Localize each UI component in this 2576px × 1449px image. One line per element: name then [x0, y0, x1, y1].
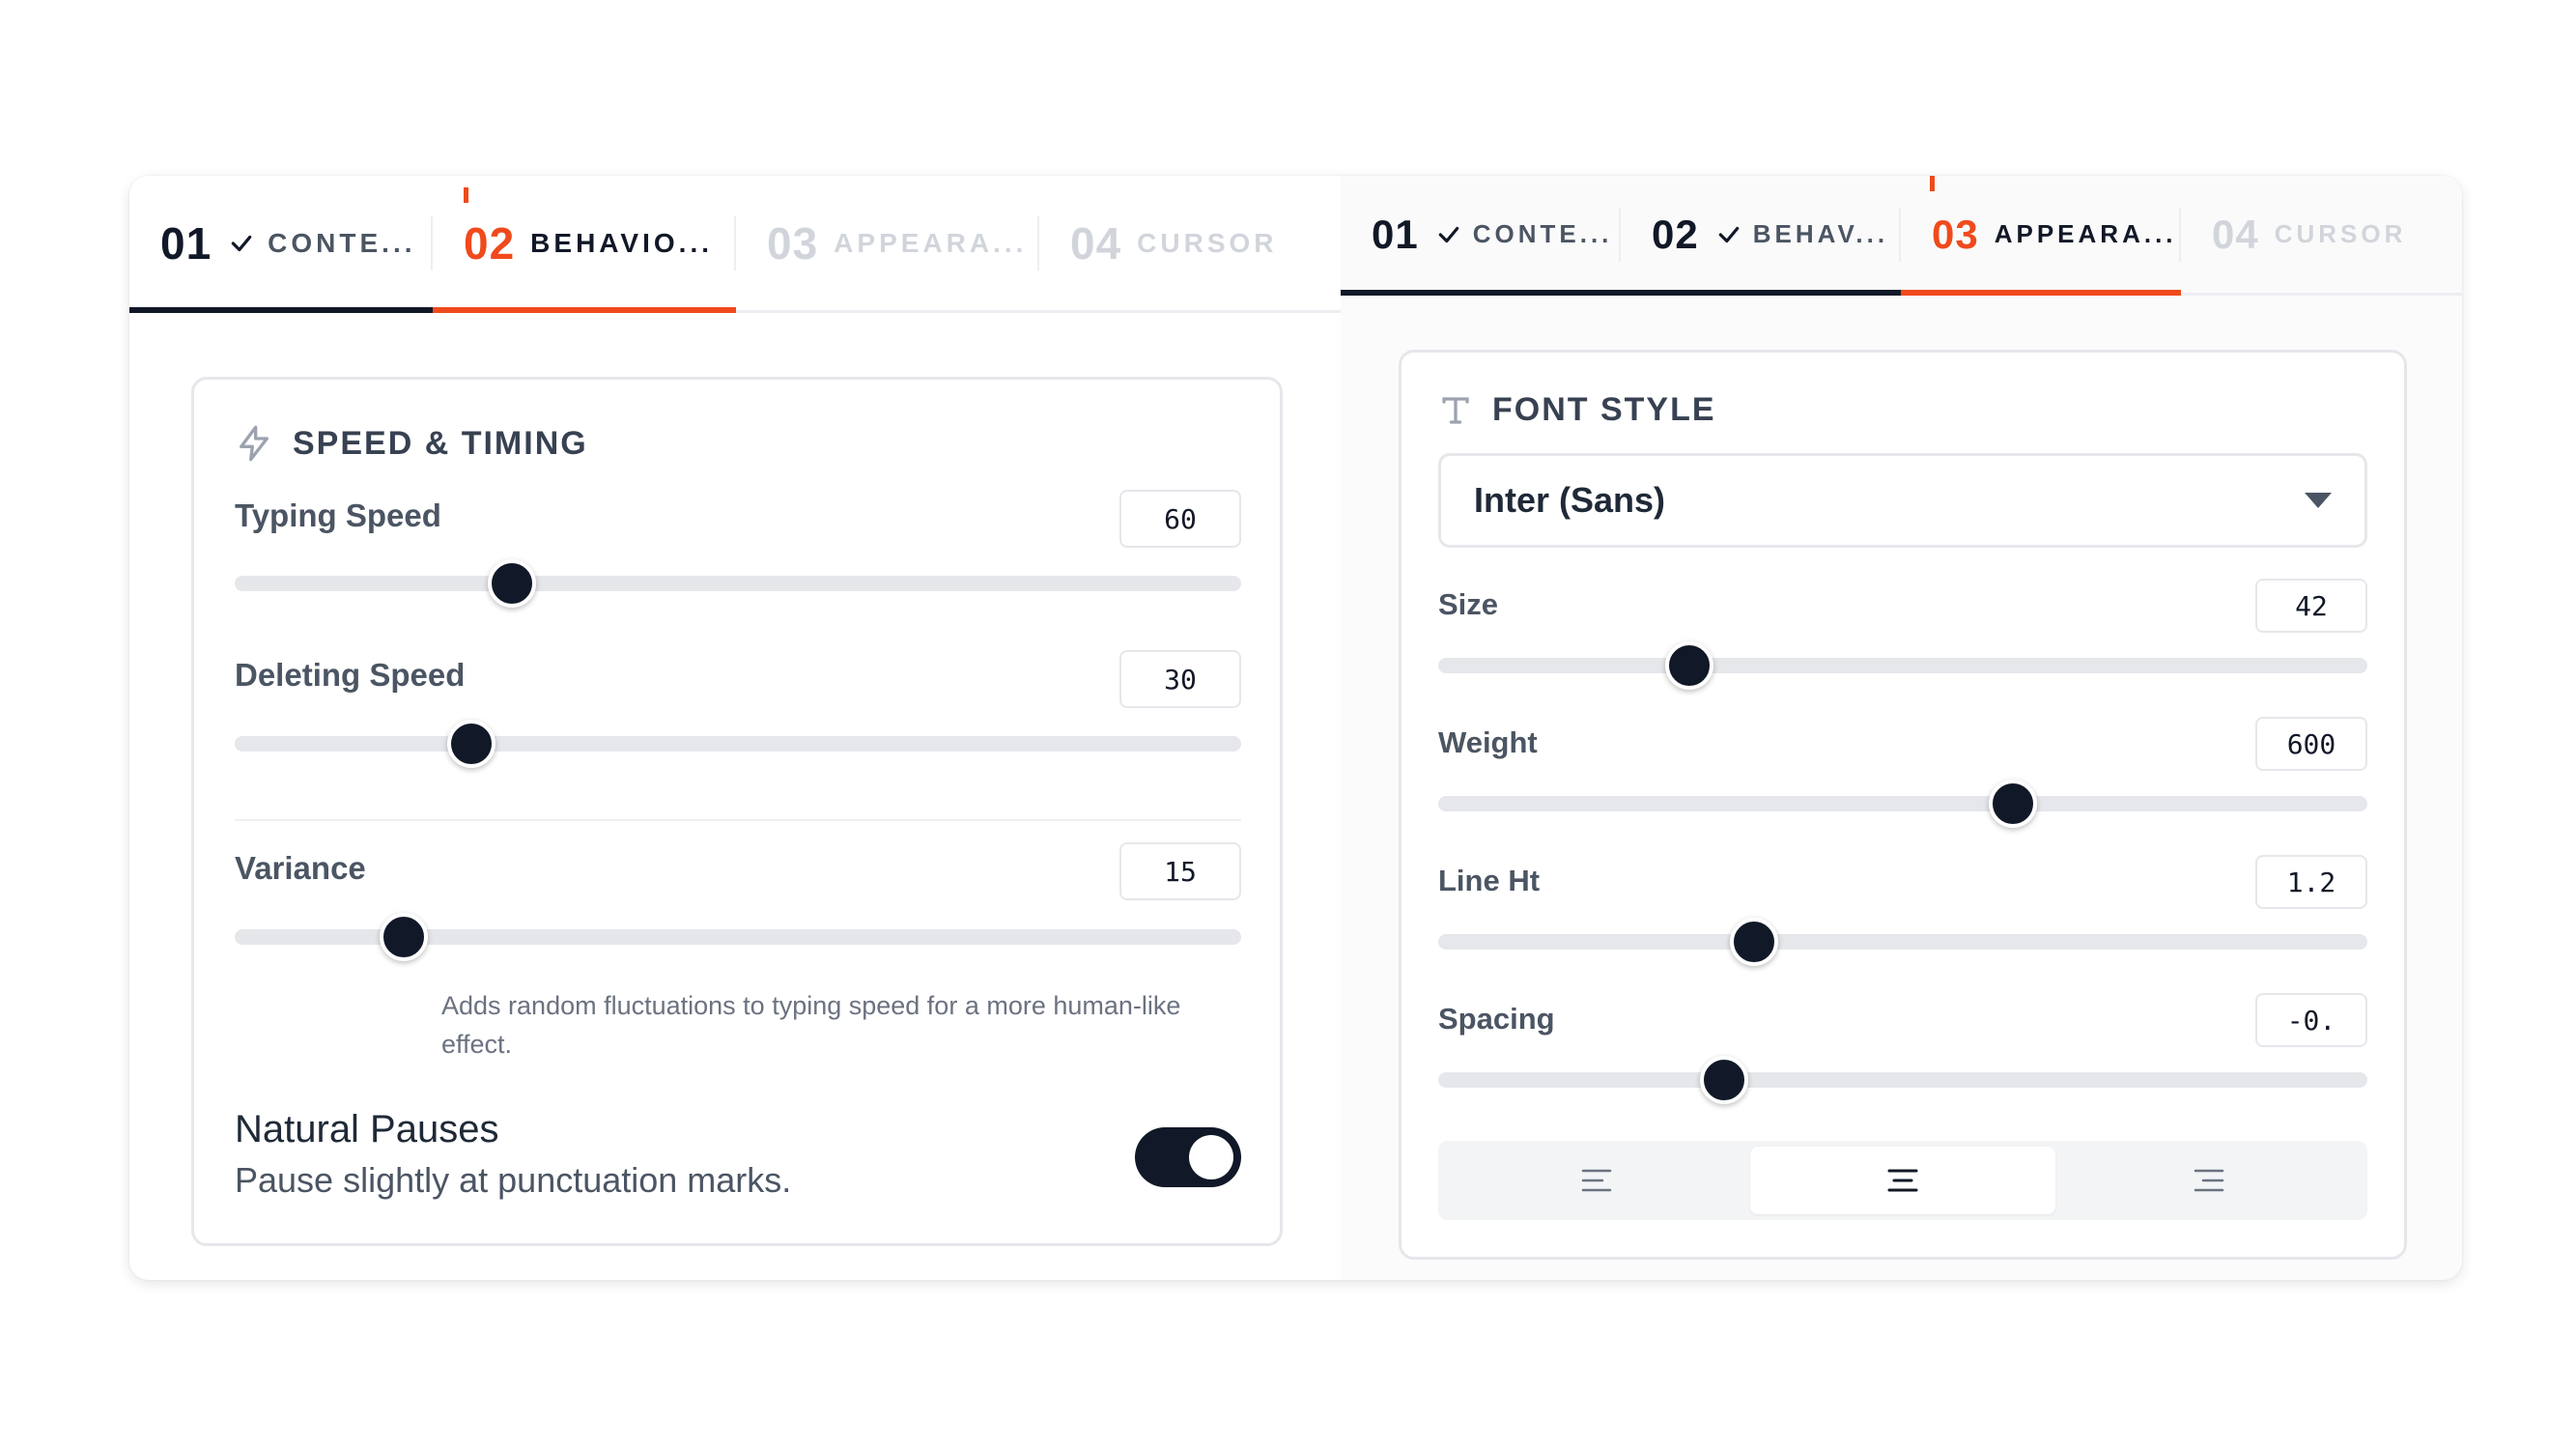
slider-thumb[interactable] [446, 720, 495, 768]
tab-label: APPEARA... [1994, 219, 2177, 248]
line-height-label: Line Ht [1438, 864, 1541, 897]
card-header: SPEED & TIMING [235, 422, 588, 465]
font-family-value: Inter (Sans) [1474, 480, 1666, 520]
align-center-icon [1887, 1169, 1918, 1192]
deleting-speed-input[interactable]: 30 [1119, 650, 1241, 708]
text-align-group [1438, 1141, 2367, 1220]
tab-number: 01 [160, 217, 212, 269]
natural-pauses-toggle[interactable] [1135, 1127, 1241, 1187]
tab-number: 01 [1372, 211, 1419, 257]
align-right-icon [2194, 1169, 2223, 1192]
tab-content[interactable]: 01 CONTE... [1341, 176, 1621, 296]
font-style-card: FONT STYLE Inter (Sans) Size 42 Weight 6… [1399, 350, 2407, 1260]
card-title: FONT STYLE [1492, 391, 1716, 428]
tab-underline [129, 307, 433, 313]
check-icon [231, 235, 252, 251]
slider-thumb[interactable] [1664, 641, 1713, 690]
slider-thumb[interactable] [1730, 918, 1779, 966]
behavior-panel: 01 CONTE... 02 BEHAVIO... 03 APPEARA... … [129, 176, 1341, 1280]
weight-slider[interactable] [1438, 780, 2367, 828]
size-slider[interactable] [1438, 641, 2367, 690]
card-header: FONT STYLE [1438, 391, 1716, 429]
card-title: SPEED & TIMING [293, 424, 588, 462]
tab-number: 02 [464, 217, 516, 269]
weight-label: Weight [1438, 725, 1538, 759]
speed-timing-card: SPEED & TIMING Typing Speed 60 Deleting … [191, 377, 1283, 1246]
typing-speed-label: Typing Speed [235, 497, 441, 533]
tab-behavior[interactable]: 02 BEHAV... [1621, 176, 1901, 296]
chevron-down-icon [2305, 493, 2332, 508]
align-left-icon [1582, 1169, 1612, 1192]
active-marker [1930, 176, 1935, 191]
typing-speed-slider[interactable] [235, 559, 1241, 608]
tab-number: 04 [2212, 211, 2259, 257]
variance-label: Variance [235, 850, 366, 886]
typing-speed-input[interactable]: 60 [1119, 490, 1241, 548]
tab-label: CONTE... [268, 227, 416, 258]
deleting-speed-slider[interactable] [235, 720, 1241, 768]
tab-number: 04 [1070, 217, 1122, 269]
tab-cursor[interactable]: 04 CURSOR [1039, 176, 1341, 310]
align-left-button[interactable] [1444, 1147, 1750, 1214]
tab-behavior[interactable]: 02 BEHAVIO... [433, 176, 736, 313]
check-icon [1438, 226, 1459, 242]
tab-underline [1901, 290, 2181, 296]
tab-underline [1341, 290, 1621, 296]
tab-number: 02 [1652, 211, 1699, 257]
tab-number: 03 [1932, 211, 1979, 257]
step-tabs: 01 CONTE... 02 BEHAVIO... 03 APPEARA... … [129, 176, 1341, 313]
section-divider [235, 819, 1241, 821]
step-tabs: 01 CONTE... 02 BEHAV... 03 APPEARA... 04… [1341, 176, 2462, 296]
spacing-label: Spacing [1438, 1002, 1555, 1036]
slider-thumb[interactable] [380, 913, 429, 961]
tab-label: CONTE... [1472, 219, 1613, 248]
tab-appearance[interactable]: 03 APPEARA... [736, 176, 1039, 310]
tab-number: 03 [767, 217, 819, 269]
tab-label: BEHAVIO... [530, 227, 714, 258]
variance-slider[interactable] [235, 913, 1241, 961]
tab-cursor[interactable]: 04 CURSOR [2181, 176, 2462, 293]
tab-underline [433, 307, 736, 313]
size-label: Size [1438, 587, 1499, 621]
variance-input[interactable]: 15 [1119, 842, 1241, 900]
deleting-speed-label: Deleting Speed [235, 657, 466, 693]
check-icon [1718, 226, 1740, 242]
spacing-slider[interactable] [1438, 1056, 2367, 1104]
tab-label: APPEARA... [834, 227, 1028, 258]
tab-appearance[interactable]: 03 APPEARA... [1901, 176, 2181, 296]
size-input[interactable]: 42 [2255, 579, 2367, 633]
font-family-select[interactable]: Inter (Sans) [1438, 453, 2367, 548]
variance-helper-text: Adds random fluctuations to typing speed… [441, 991, 1181, 1059]
lightning-icon [240, 425, 269, 462]
active-marker [464, 187, 468, 203]
tab-label: CURSOR [1137, 227, 1278, 258]
spacing-input[interactable]: -0. [2255, 993, 2367, 1047]
natural-pauses-title: Natural Pauses [235, 1108, 499, 1151]
slider-thumb[interactable] [1988, 780, 2037, 828]
weight-input[interactable]: 600 [2255, 717, 2367, 771]
natural-pauses-subtitle: Pause slightly at punctuation marks. [235, 1160, 792, 1200]
align-center-button[interactable] [1749, 1147, 2056, 1214]
appearance-panel: 01 CONTE... 02 BEHAV... 03 APPEARA... 04… [1341, 176, 2462, 1280]
line-height-slider[interactable] [1438, 918, 2367, 966]
tab-label: CURSOR [2274, 219, 2407, 248]
tab-underline [1621, 290, 1901, 296]
align-right-button[interactable] [2055, 1147, 2362, 1214]
slider-thumb[interactable] [487, 559, 536, 608]
tab-content[interactable]: 01 CONTE... [129, 176, 433, 313]
tab-label: BEHAV... [1752, 219, 1889, 248]
type-icon [1442, 396, 1469, 424]
screenshot-frame: 01 CONTE... 02 BEHAVIO... 03 APPEARA... … [129, 176, 2462, 1280]
toggle-knob [1189, 1135, 1233, 1179]
slider-thumb[interactable] [1700, 1056, 1749, 1104]
line-height-input[interactable]: 1.2 [2255, 855, 2367, 909]
